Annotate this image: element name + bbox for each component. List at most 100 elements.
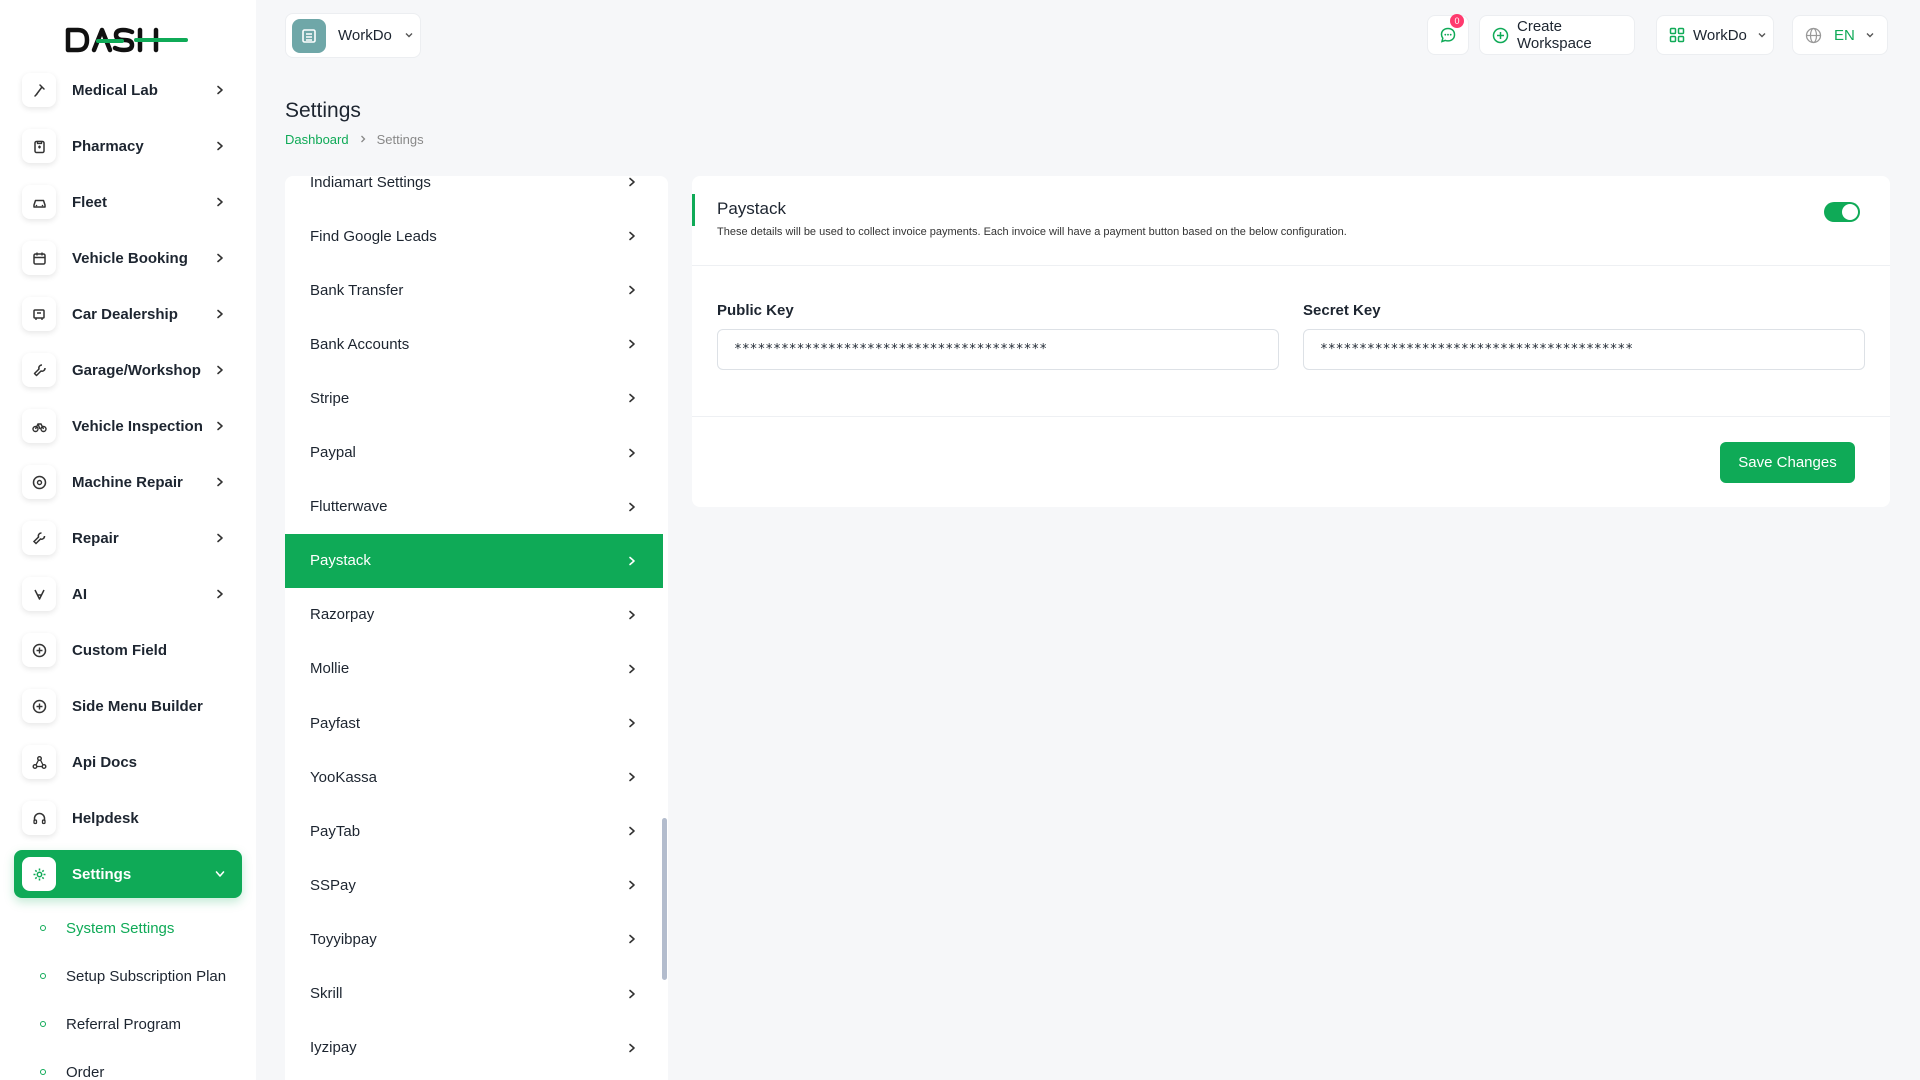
- card-accent-bar: [692, 194, 695, 226]
- sidebar-item-api-docs[interactable]: Api Docs: [14, 738, 242, 786]
- chevron-right-icon: [627, 555, 637, 567]
- plus-circle-icon: [22, 633, 56, 667]
- sidebar-item-side-menu-builder[interactable]: Side Menu Builder: [14, 682, 242, 730]
- settings-nav-indiamart-settings[interactable]: Indiamart Settings: [285, 176, 663, 209]
- chevron-right-icon: [210, 140, 230, 152]
- sidebar-item-label: Vehicle Booking: [72, 249, 188, 267]
- workdo-menu-label: WorkDo: [1693, 26, 1747, 44]
- submenu-item-order[interactable]: Order: [30, 1048, 240, 1080]
- language-label: EN: [1834, 26, 1855, 44]
- settings-nav-label: SSPay: [310, 876, 356, 894]
- dash-logo[interactable]: [64, 22, 190, 58]
- settings-list-scrollbar[interactable]: [662, 818, 667, 980]
- settings-nav-toyyibpay[interactable]: Toyyibpay: [285, 912, 663, 966]
- sidebar-item-label: Fleet: [72, 193, 108, 211]
- breadcrumb-dashboard-link[interactable]: Dashboard: [285, 132, 349, 147]
- settings-nav-stripe[interactable]: Stripe: [285, 371, 663, 425]
- paystack-settings-card: Paystack These details will be used to c…: [692, 176, 1890, 507]
- sidebar-item-label: Helpdesk: [72, 809, 139, 827]
- bullet-icon: [40, 1069, 46, 1075]
- chevron-right-icon: [627, 771, 637, 783]
- sidebar-item-label: Garage/Workshop: [72, 361, 201, 379]
- chevron-down-icon: [1865, 30, 1875, 40]
- settings-nav-razorpay[interactable]: Razorpay: [285, 588, 663, 642]
- sidebar-item-repair[interactable]: Repair: [14, 514, 242, 562]
- chevron-right-icon: [627, 879, 637, 891]
- breadcrumb: Dashboard Settings: [285, 132, 424, 147]
- settings-nav-yookassa[interactable]: YooKassa: [285, 750, 663, 804]
- chevron-right-icon: [210, 420, 230, 432]
- chevron-right-icon: [627, 717, 637, 729]
- settings-nav-label: YooKassa: [310, 768, 378, 786]
- settings-nav-find-google-leads[interactable]: Find Google Leads: [285, 209, 663, 263]
- submenu-item-setup-subscription-plan[interactable]: Setup Subscription Plan: [30, 952, 240, 1000]
- settings-nav-sspay[interactable]: SSPay: [285, 858, 663, 912]
- settings-nav-label: Payfast: [310, 714, 361, 732]
- sidebar-item-medical-lab[interactable]: Medical Lab: [14, 66, 242, 114]
- chevron-right-icon: [210, 84, 230, 96]
- workspace-selector[interactable]: WorkDo: [285, 13, 421, 58]
- gear-icon: [22, 857, 56, 891]
- submenu-item-label: Referral Program: [66, 1015, 182, 1033]
- headset-icon: [22, 801, 56, 835]
- secret-key-input[interactable]: [1303, 329, 1865, 370]
- settings-nav-label: Bank Accounts: [310, 335, 410, 353]
- public-key-input[interactable]: [717, 329, 1279, 370]
- settings-nav-payfast[interactable]: Payfast: [285, 696, 663, 750]
- workdo-menu-button[interactable]: WorkDo: [1656, 15, 1774, 55]
- chevron-right-icon: [627, 338, 637, 350]
- chat-bubble-icon: [1439, 26, 1457, 44]
- create-workspace-button[interactable]: Create Workspace: [1479, 15, 1635, 55]
- sidebar-item-label: Side Menu Builder: [72, 697, 203, 715]
- sidebar-item-car-dealership[interactable]: Car Dealership: [14, 290, 242, 338]
- settings-nav-label: Find Google Leads: [310, 227, 437, 245]
- create-workspace-label: Create Workspace: [1517, 18, 1592, 52]
- settings-nav-paystack[interactable]: Paystack: [285, 533, 663, 588]
- chevron-right-icon: [627, 933, 637, 945]
- sidebar-item-label: Medical Lab: [72, 81, 158, 99]
- sidebar-item-label: Api Docs: [72, 753, 138, 771]
- sidebar-item-fleet[interactable]: Fleet: [14, 178, 242, 226]
- card-title: Paystack: [717, 199, 786, 218]
- save-changes-button[interactable]: Save Changes: [1720, 442, 1855, 483]
- chevron-right-icon: [210, 196, 230, 208]
- chevron-down-icon: [210, 869, 230, 879]
- calendar-icon: [22, 241, 56, 275]
- settings-nav-paytab[interactable]: PayTab: [285, 804, 663, 858]
- sidebar-item-custom-field[interactable]: Custom Field: [14, 626, 242, 674]
- settings-nav-bank-accounts[interactable]: Bank Accounts: [285, 317, 663, 371]
- settings-nav-iyzipay[interactable]: Iyzipay: [285, 1021, 663, 1075]
- messages-button[interactable]: 0: [1427, 14, 1469, 55]
- settings-nav-paypal[interactable]: Paypal: [285, 426, 663, 480]
- sidebar-item-vehicle-inspection[interactable]: Vehicle Inspection: [14, 402, 242, 450]
- flask-icon: [22, 73, 56, 107]
- chevron-right-icon: [627, 663, 637, 675]
- sidebar-menu: Medical Lab Pharmacy Fleet Vehicle Booking C…: [14, 66, 242, 906]
- paystack-enable-toggle[interactable]: [1824, 202, 1860, 222]
- sidebar: Medical Lab Pharmacy Fleet Vehicle Booking C…: [0, 0, 256, 1080]
- language-selector[interactable]: EN: [1792, 15, 1888, 55]
- settings-nav-flutterwave[interactable]: Flutterwave: [285, 480, 663, 534]
- settings-submenu: System Settings Setup Subscription Plan Re…: [30, 904, 240, 1080]
- sidebar-item-pharmacy[interactable]: Pharmacy: [14, 122, 242, 170]
- sidebar-item-machine-repair[interactable]: Machine Repair: [14, 458, 242, 506]
- settings-nav-bank-transfer[interactable]: Bank Transfer: [285, 263, 663, 317]
- plus-circle-icon: [22, 689, 56, 723]
- settings-nav-mollie[interactable]: Mollie: [285, 642, 663, 696]
- dealership-icon: [22, 297, 56, 331]
- submenu-item-referral-program[interactable]: Referral Program: [30, 1000, 240, 1048]
- sidebar-item-settings[interactable]: Settings: [14, 850, 242, 898]
- submenu-item-system-settings[interactable]: System Settings: [30, 904, 240, 952]
- workspace-name: WorkDo: [338, 27, 392, 44]
- secret-key-label: Secret Key: [1303, 302, 1381, 319]
- settings-circle-icon: [22, 465, 56, 499]
- sidebar-item-garage-workshop[interactable]: Garage/Workshop: [14, 346, 242, 394]
- chevron-right-icon: [210, 308, 230, 320]
- apps-icon: [1669, 27, 1685, 43]
- settings-nav-skrill[interactable]: Skrill: [285, 967, 663, 1021]
- settings-nav-label: Iyzipay: [310, 1039, 357, 1057]
- sidebar-item-ai[interactable]: AI: [14, 570, 242, 618]
- sidebar-item-label: Car Dealership: [72, 305, 178, 323]
- sidebar-item-vehicle-booking[interactable]: Vehicle Booking: [14, 234, 242, 282]
- sidebar-item-helpdesk[interactable]: Helpdesk: [14, 794, 242, 842]
